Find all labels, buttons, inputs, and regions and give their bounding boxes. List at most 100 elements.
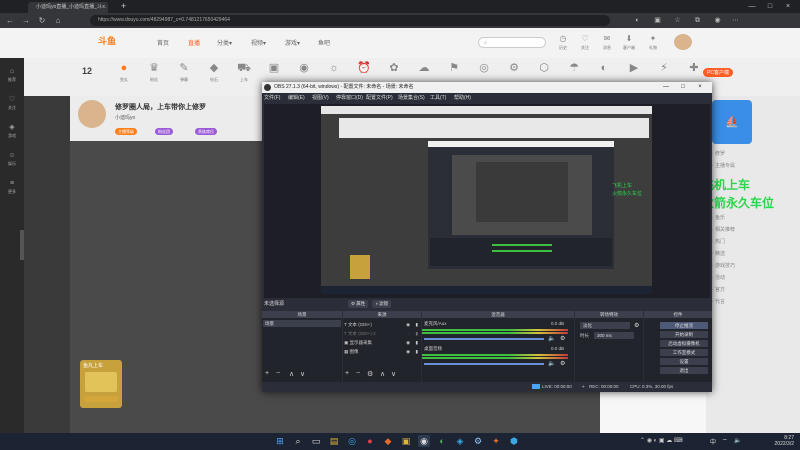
system-tray[interactable]: ⌃ ◉ ◐ ▣ ☁ ⌨ (640, 437, 683, 444)
nav-home[interactable]: 首页 (157, 38, 169, 47)
level-pill[interactable]: 主播等级 (115, 128, 137, 135)
app-icon[interactable]: ◈ (454, 435, 466, 447)
favorites-icon[interactable]: ☆ (672, 15, 683, 26)
forward-icon[interactable]: → (20, 13, 32, 28)
room-link[interactable]: · 精选 (712, 250, 725, 257)
lock-icon[interactable]: ▮ (416, 339, 418, 346)
add-scene-button[interactable]: + (265, 370, 269, 377)
edge-icon[interactable]: ◎ (346, 435, 358, 447)
clock[interactable]: 8:27 2022/3/2 (760, 435, 794, 447)
scene-item[interactable]: 场景 (263, 320, 341, 327)
room-link[interactable]: · 热门 (712, 238, 725, 245)
close-window-button[interactable]: × (780, 0, 796, 13)
extension-icon[interactable]: ▣ (652, 15, 663, 26)
sidebar-item-recommend[interactable]: ⌂ 推荐 (2, 68, 22, 84)
network-icon[interactable]: ⌔ (722, 437, 728, 445)
chrome-icon[interactable]: ◐ (436, 435, 448, 447)
remove-scene-button[interactable]: − (276, 370, 280, 377)
noble-pill[interactable]: 贵族席位 (195, 128, 217, 135)
taskview-icon[interactable]: ▭ (310, 435, 322, 447)
download-icon[interactable]: ⬇ 客户端 (618, 34, 640, 52)
obs-maximize-button[interactable]: □ (675, 82, 691, 93)
profile-icon[interactable]: ◉ (712, 15, 723, 26)
gift-item-icon[interactable]: ☼ (322, 62, 346, 74)
gift-item-icon[interactable]: ✿ (382, 62, 406, 74)
files-icon[interactable]: ▤ (328, 435, 340, 447)
menu-profile[interactable]: 配置文件(P) (366, 93, 393, 103)
gift-item-icon[interactable]: ☁ (412, 62, 436, 74)
streamer-name[interactable]: 小迪玛yo (115, 114, 135, 121)
source-row[interactable]: ▦ 图像 ◉ ▮ (344, 348, 420, 355)
search-icon[interactable]: ⌕ (292, 435, 304, 447)
fan-pill[interactable]: 粉丝团 (155, 128, 173, 135)
source-settings-icon[interactable]: ⚙ (367, 370, 373, 378)
lock-icon[interactable]: ▮ (416, 330, 418, 337)
source-up-button[interactable]: ∧ (380, 370, 385, 378)
language-indicator[interactable]: 中 (710, 437, 716, 446)
scene-down-button[interactable]: ∨ (300, 370, 305, 378)
streamer-avatar[interactable] (78, 100, 106, 128)
gift-item-icon[interactable]: ⚙ (502, 62, 526, 74)
speaker-icon[interactable]: 🔈 (548, 335, 555, 342)
more-icon[interactable]: ⋯ (730, 15, 741, 26)
site-logo[interactable]: 斗鱼 (98, 34, 116, 47)
room-link[interactable]: · 代言 (712, 298, 725, 305)
user-avatar-icon[interactable] (674, 34, 692, 50)
back-icon[interactable]: ← (4, 13, 16, 28)
transition-settings-icon[interactable]: ⚙ (634, 322, 639, 329)
filters-button[interactable]: ◑ 滤镜 (372, 300, 391, 308)
new-tab-button[interactable]: + (121, 1, 126, 12)
gift-item-icon[interactable]: ⏰ (352, 62, 376, 74)
menu-tools[interactable]: 工具(T) (430, 93, 446, 103)
add-source-button[interactable]: + (345, 370, 349, 377)
speaker-icon[interactable]: 🔈 (548, 360, 555, 367)
exit-button[interactable]: 退出 (660, 367, 708, 374)
menu-docks[interactable]: 停靠窗口(D) (336, 93, 363, 103)
lock-icon[interactable]: ▮ (416, 348, 418, 355)
steam-icon[interactable]: ⚙ (472, 435, 484, 447)
lock-icon[interactable]: ▮ (416, 321, 418, 328)
tab-close-icon[interactable]: × (102, 2, 105, 13)
source-row[interactable]: T 文本 (GDI+) ◉ ▮ (344, 321, 420, 328)
stop-streaming-button[interactable]: 停止推流 (660, 322, 708, 329)
nav-category[interactable]: 分类▾ (217, 38, 232, 47)
menu-scene-collection[interactable]: 场景集合(S) (398, 93, 425, 103)
app-icon[interactable]: ✦ (490, 435, 502, 447)
properties-button[interactable]: ⚙ 属性 (348, 300, 369, 308)
gift-item-icon[interactable]: ⬡ (532, 62, 556, 74)
menu-help[interactable]: 帮助(H) (454, 93, 471, 103)
extension-icon[interactable]: ◐ (632, 15, 643, 26)
menu-edit[interactable]: 编辑(E) (288, 93, 305, 103)
room-link[interactable]: · 官方 (712, 286, 725, 293)
room-link[interactable]: · 鱼乐 (712, 214, 725, 221)
room-link[interactable]: · 活动 (712, 274, 725, 281)
app-icon[interactable]: ● (364, 435, 376, 447)
source-row[interactable]: ▣ 显示器采集 ◉ ▮ (344, 339, 420, 346)
nav-video[interactable]: 视频▾ (251, 38, 266, 47)
volume-slider[interactable] (424, 363, 544, 365)
nav-game[interactable]: 游戏▾ (285, 38, 300, 47)
nav-live[interactable]: 直播 (188, 38, 200, 47)
gift-item-icon[interactable]: ◉ (292, 62, 316, 74)
pc-client-badge[interactable]: PC客户端 (703, 68, 733, 77)
promo-button[interactable] (84, 396, 118, 402)
app-icon[interactable]: ⬢ (508, 435, 520, 447)
app-icon[interactable]: ◆ (382, 435, 394, 447)
room-link[interactable]: · 游戏技巧 (712, 262, 735, 269)
app-icon[interactable]: ▣ (400, 435, 412, 447)
virtual-camera-button[interactable]: 启动虚拟摄像机 (660, 340, 708, 347)
fans-icon[interactable]: ♛ 粉丝 (142, 62, 166, 86)
maximize-button[interactable]: □ (762, 0, 778, 13)
sidebar-item-fun[interactable]: ☺ 娱乐 (2, 152, 22, 168)
sidebar-item-game[interactable]: ◈ 游戏 (2, 124, 22, 140)
scene-up-button[interactable]: ∧ (289, 370, 294, 378)
visibility-icon[interactable]: ◌ (407, 330, 410, 337)
history-icon[interactable]: ◷ 历史 (552, 34, 574, 52)
follow-icon[interactable]: ♡ 关注 (574, 34, 596, 52)
browser-tab[interactable]: 小迪玛yo直播_小迪玛直播_斗... × (28, 2, 108, 13)
menu-view[interactable]: 视图(V) (312, 93, 329, 103)
gift-item-icon[interactable]: ▶ (622, 62, 646, 74)
menu-file[interactable]: 文件(F) (264, 93, 280, 103)
obs-icon[interactable]: ◉ (418, 435, 430, 447)
room-link[interactable]: · 主播专属 (712, 162, 735, 169)
